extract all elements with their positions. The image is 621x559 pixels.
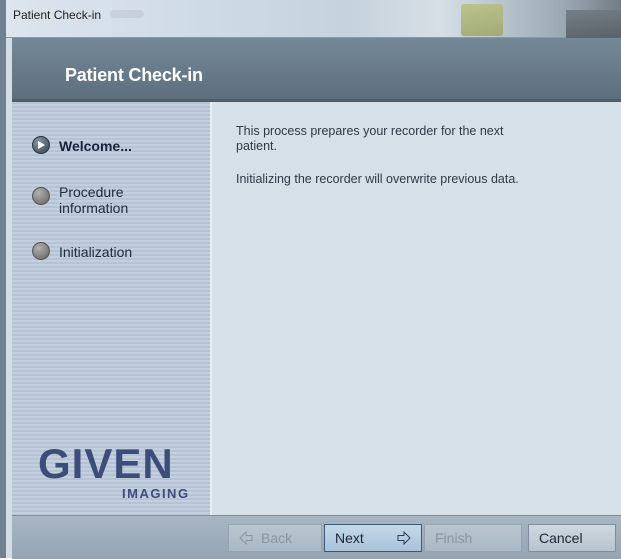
logo-wordmark: GIVEN <box>38 440 174 487</box>
step-label: Welcome... <box>59 138 132 154</box>
title-bar-background-blur <box>566 10 621 38</box>
window-title: Patient Check-in <box>13 8 102 22</box>
patient-check-in-window: Patient Check-in Patient Check-in Welcom… <box>0 0 621 559</box>
wizard-header: Patient Check-in <box>12 38 621 102</box>
cancel-button[interactable]: Cancel <box>528 524 616 552</box>
title-bar: Patient Check-in <box>6 0 621 38</box>
steps-sidebar: Welcome... Procedure information Initial… <box>12 102 212 515</box>
back-button[interactable]: Back <box>228 524 322 552</box>
back-button-label: Back <box>261 530 293 546</box>
play-arrow-icon <box>32 136 50 154</box>
step-label: Initialization <box>59 244 133 260</box>
header-title: Patient Check-in <box>65 65 203 85</box>
intro-text: This process prepares your recorder for … <box>236 124 504 153</box>
arrow-left-icon <box>239 531 253 545</box>
next-button[interactable]: Next <box>324 524 422 552</box>
warning-text: Initializing the recorder will overwrite… <box>236 172 519 186</box>
step-label-line: information <box>59 200 129 216</box>
step-indicator-icon <box>32 187 50 205</box>
next-button-label: Next <box>335 530 364 546</box>
title-bar-background-blur <box>461 4 503 36</box>
finish-button-label: Finish <box>435 530 473 546</box>
given-imaging-logo: GIVEN IMAGING <box>36 440 206 506</box>
step-initialization: Initialization <box>32 242 132 260</box>
arrow-right-icon <box>397 531 411 545</box>
step-indicator-icon <box>32 242 50 260</box>
wizard-content: This process prepares your recorder for … <box>212 102 621 515</box>
finish-button[interactable]: Finish <box>424 524 522 552</box>
step-welcome: Welcome... <box>32 136 132 154</box>
logo-subtext: IMAGING <box>122 486 190 501</box>
cancel-button-label: Cancel <box>539 530 583 546</box>
step-label-line: Procedure <box>59 184 124 200</box>
step-procedure-information: Procedure information <box>32 184 128 216</box>
wizard-footer: Back Next Finish Cancel <box>12 515 621 559</box>
title-bar-background-blur <box>110 10 144 18</box>
step-label: Procedure information <box>59 184 128 216</box>
